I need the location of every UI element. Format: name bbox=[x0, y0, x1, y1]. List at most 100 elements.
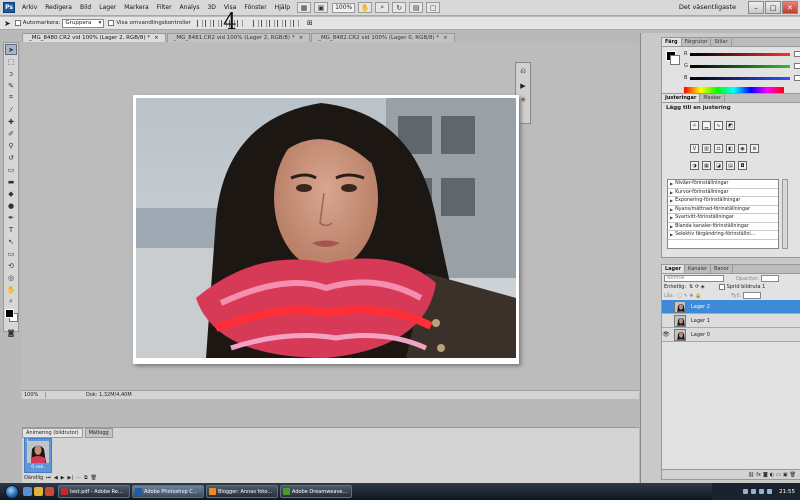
distribute-hcenter-icon[interactable] bbox=[284, 19, 291, 27]
black-white-icon[interactable]: ◧ bbox=[726, 144, 735, 153]
close-button[interactable]: ✕ bbox=[782, 1, 798, 14]
tab-measurement-log[interactable]: Mätlogg bbox=[84, 428, 113, 438]
marquee-tool-icon[interactable]: ⬚ bbox=[5, 56, 17, 67]
hue-saturation-icon[interactable]: ▥ bbox=[702, 144, 711, 153]
tab-color[interactable]: Färg bbox=[662, 38, 682, 46]
eye-icon[interactable]: 👁 bbox=[662, 329, 670, 341]
clone-stamp-tool-icon[interactable]: ⚲ bbox=[5, 140, 17, 151]
green-slider-bar[interactable] bbox=[690, 64, 790, 68]
gradient-map-icon[interactable]: ▤ bbox=[726, 161, 735, 170]
start-button[interactable] bbox=[5, 484, 19, 499]
opacity-field[interactable] bbox=[761, 275, 779, 282]
3d-orbit-tool-icon[interactable]: ◎ bbox=[5, 272, 17, 283]
tween-icon[interactable]: ⋯ bbox=[76, 475, 81, 481]
rotate-view-icon[interactable]: ↻ bbox=[392, 2, 407, 13]
type-tool-icon[interactable]: T bbox=[5, 224, 17, 235]
add-mask-icon[interactable]: ◙ bbox=[763, 472, 768, 478]
levels-icon[interactable]: ▁ bbox=[702, 121, 711, 130]
document-tab[interactable]: _MG_8482.CR2 vid 100% (Lager 0, RGB/8) *… bbox=[311, 33, 455, 42]
hand-tool-icon[interactable]: ✋ bbox=[358, 2, 373, 13]
align-vcenter-icon[interactable] bbox=[204, 19, 211, 27]
preset-item[interactable]: ▶ Exponering-förinställningar bbox=[668, 197, 778, 206]
actions-panel-icon[interactable]: ▶ bbox=[517, 80, 529, 91]
document-tab[interactable]: _MG_8481.CR2 vid 100% (Lager 2, RGB/8) *… bbox=[166, 33, 311, 42]
menu-fonster[interactable]: Fönster bbox=[240, 4, 270, 11]
tab-close-icon[interactable]: × bbox=[154, 35, 159, 41]
dodge-tool-icon[interactable]: ● bbox=[5, 200, 17, 211]
history-panel-icon[interactable]: ⎌ bbox=[517, 66, 529, 77]
menu-hjalp[interactable]: Hjälp bbox=[271, 4, 294, 11]
prev-frame-icon[interactable]: ◀ bbox=[54, 475, 58, 481]
taskbar-item-blogger[interactable]: Blogger: Annas foto... bbox=[206, 485, 278, 498]
menu-arkiv[interactable]: Arkiv bbox=[18, 4, 41, 11]
show-transform-checkbox[interactable] bbox=[108, 20, 115, 26]
first-frame-icon[interactable]: ⏮ bbox=[46, 475, 51, 481]
link-layers-icon[interactable]: ⛓ bbox=[748, 472, 754, 478]
foreground-color-swatch[interactable] bbox=[5, 309, 14, 318]
bridge-button[interactable]: ▦ bbox=[297, 2, 312, 13]
blue-slider[interactable]: B bbox=[684, 75, 800, 81]
auto-select-dropdown[interactable]: Gruppera ▾ bbox=[62, 18, 105, 28]
menu-markera[interactable]: Markera bbox=[120, 4, 152, 11]
preset-list-scrollbar[interactable] bbox=[782, 179, 788, 249]
quick-select-tool-icon[interactable]: ✎ bbox=[5, 80, 17, 91]
menu-bild[interactable]: Bild bbox=[76, 4, 95, 11]
tab-masks[interactable]: Masker bbox=[700, 94, 726, 102]
brush-tool-icon[interactable]: ✐ bbox=[5, 128, 17, 139]
layer-row[interactable]: Lager 1 bbox=[662, 314, 800, 328]
zoom-level-field[interactable]: 100% bbox=[332, 2, 356, 13]
eraser-tool-icon[interactable]: ▭ bbox=[5, 164, 17, 175]
tab-channels[interactable]: Kanaler bbox=[685, 265, 712, 273]
preset-item[interactable]: ▶ Blanda kanaler-förinställningar bbox=[668, 223, 778, 231]
zoom-tool-icon[interactable]: ⌕ bbox=[5, 296, 17, 307]
healing-brush-tool-icon[interactable]: ✚ bbox=[5, 116, 17, 127]
preset-item[interactable]: ▶ Kurvor-förinställningar bbox=[668, 189, 778, 197]
quicklaunch-browser-icon[interactable] bbox=[45, 487, 54, 496]
taskbar-item-dreamweaver[interactable]: Adobe Dreamweave... bbox=[280, 485, 352, 498]
tab-adjustments[interactable]: Justeringar bbox=[662, 94, 701, 102]
screen-mode-icon[interactable]: ▢ bbox=[426, 2, 441, 13]
propagate-checkbox[interactable] bbox=[718, 284, 725, 290]
preset-item[interactable]: ▶ Nyans/mättnad-förinställningar bbox=[668, 206, 778, 214]
status-zoom[interactable]: 100% bbox=[22, 392, 46, 398]
taskbar-item-photoshop[interactable]: Adobe Photoshop C... bbox=[132, 485, 204, 498]
new-layer-icon[interactable]: ▣ bbox=[783, 472, 788, 478]
tab-animation[interactable]: Animering (bildrutor) bbox=[22, 428, 83, 438]
distribute-bottom-icon[interactable] bbox=[268, 19, 275, 27]
shape-tool-icon[interactable]: ▭ bbox=[5, 248, 17, 259]
menu-3d[interactable]: 3D bbox=[203, 4, 219, 11]
eyedropper-tool-icon[interactable]: ⁄ bbox=[5, 104, 17, 115]
maximize-button[interactable]: □ bbox=[765, 1, 781, 14]
visibility-toggle[interactable] bbox=[662, 315, 670, 327]
arrange-docs-icon[interactable]: ▤ bbox=[409, 2, 424, 13]
align-top-icon[interactable] bbox=[196, 19, 203, 27]
align-right-icon[interactable] bbox=[236, 19, 243, 27]
menu-redigera[interactable]: Redigera bbox=[41, 4, 76, 11]
new-group-icon[interactable]: ▭ bbox=[776, 472, 781, 478]
distribute-left-icon[interactable] bbox=[276, 19, 283, 27]
layer-style-icon[interactable]: fx bbox=[756, 472, 761, 478]
tab-styles[interactable]: Stilar bbox=[711, 38, 732, 46]
volume-icon[interactable] bbox=[759, 489, 765, 494]
distribute-right-icon[interactable] bbox=[292, 19, 299, 27]
photo-filter-icon[interactable]: ◉ bbox=[738, 144, 747, 153]
language-icon[interactable] bbox=[743, 489, 749, 494]
green-slider[interactable]: G bbox=[684, 63, 800, 69]
blue-value-field[interactable] bbox=[794, 75, 800, 81]
green-value-field[interactable] bbox=[794, 63, 800, 69]
color-swatches[interactable] bbox=[5, 309, 19, 323]
background-color-swatch[interactable] bbox=[670, 55, 680, 65]
animation-frame[interactable]: 1 0 sek. bbox=[24, 438, 52, 473]
duplicate-frame-icon[interactable]: ⧉ bbox=[84, 475, 88, 481]
vibrance-icon[interactable]: V bbox=[690, 144, 699, 153]
lasso-tool-icon[interactable]: ↄ bbox=[5, 68, 17, 79]
unify-icons[interactable]: ⇅ ⟳ ◈ bbox=[689, 284, 704, 290]
distribute-top-icon[interactable] bbox=[252, 19, 259, 27]
document-canvas[interactable] bbox=[133, 95, 519, 364]
document-tab[interactable]: _MG_8480.CR2 vid 100% (Lager 2, RGB/8) *… bbox=[22, 33, 166, 42]
play-icon[interactable]: ▶ bbox=[61, 475, 65, 481]
network-icon[interactable] bbox=[751, 489, 757, 494]
align-bottom-icon[interactable] bbox=[212, 19, 219, 27]
auto-align-icon[interactable]: ⊞ bbox=[307, 19, 313, 27]
hand-tool-icon[interactable]: ✋ bbox=[5, 284, 17, 295]
